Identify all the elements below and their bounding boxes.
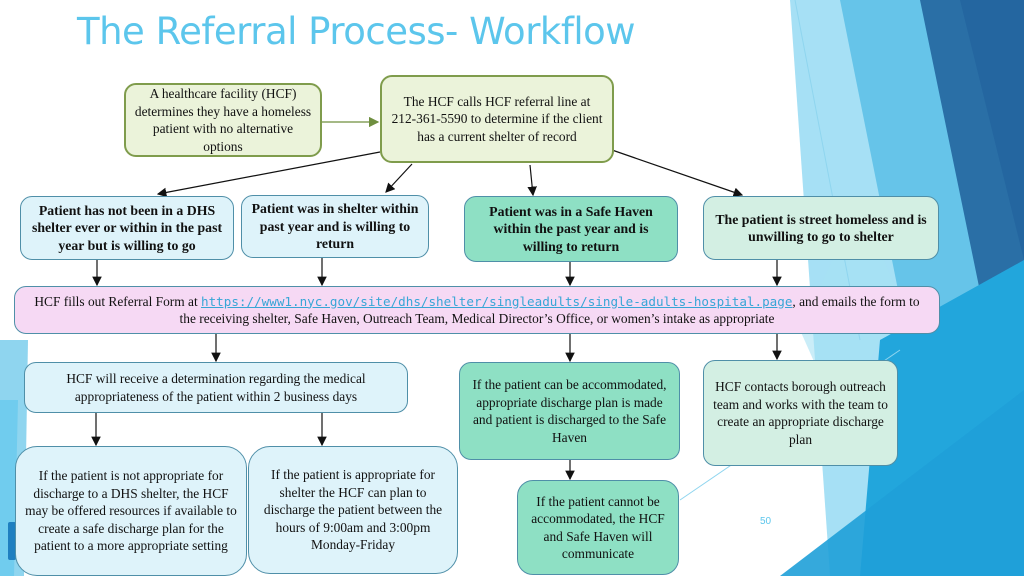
branch-shelter-past-year: Patient was in shelter within past year … — [241, 195, 429, 258]
step-outreach-team: HCF contacts borough outreach team and w… — [703, 360, 898, 466]
safe-haven-no-text: If the patient cannot be accommodated, t… — [531, 493, 665, 562]
step-not-appropriate: If the patient is not appropriate for di… — [15, 446, 247, 576]
step-call-referral-line: The HCF calls HCF referral line at 212-3… — [380, 75, 614, 163]
slide-title: The Referral Process- Workflow — [77, 10, 636, 53]
referral-text: HCF fills out Referral Form at https://w… — [25, 293, 929, 328]
step-start-hcf-determines: A healthcare facility (HCF) determines t… — [124, 83, 322, 157]
step-safe-haven-accommodated: If the patient can be accommodated, appr… — [459, 362, 680, 460]
branch-street-homeless: The patient is street homeless and is un… — [703, 196, 939, 260]
outreach-text: HCF contacts borough outreach team and w… — [713, 379, 888, 447]
step-determination: HCF will receive a determination regardi… — [24, 362, 408, 413]
branch-1-text: Patient has not been in a DHS shelter ev… — [31, 202, 223, 253]
branch-2-text: Patient was in shelter within past year … — [251, 201, 419, 252]
referral-form-link[interactable]: https://www1.nyc.gov/site/dhs/shelter/si… — [201, 294, 792, 309]
step-appropriate: If the patient is appropriate for shelte… — [248, 446, 458, 574]
branch-4-text: The patient is street homeless and is un… — [715, 211, 927, 245]
referral-prefix: HCF fills out Referral Form at — [34, 293, 202, 309]
step-referral-form: HCF fills out Referral Form at https://w… — [14, 286, 940, 334]
page-number: 50 — [760, 516, 772, 527]
not-appropriate-text: If the patient is not appropriate for di… — [25, 468, 237, 554]
branch-safe-haven-past-year: Patient was in a Safe Haven within the p… — [464, 196, 678, 262]
step-safe-haven-not-accommodated: If the patient cannot be accommodated, t… — [517, 480, 679, 575]
safe-haven-yes-text: If the patient can be accommodated, appr… — [472, 377, 667, 445]
step-call-text: The HCF calls HCF referral line at 212-3… — [391, 93, 603, 144]
appropriate-text: If the patient is appropriate for shelte… — [263, 467, 443, 553]
determination-text: HCF will receive a determination regardi… — [66, 371, 366, 404]
branch-3-text: Patient was in a Safe Haven within the p… — [489, 203, 653, 254]
branch-never-in-shelter: Patient has not been in a DHS shelter ev… — [20, 196, 234, 260]
step-start-text: A healthcare facility (HCF) determines t… — [134, 86, 312, 154]
